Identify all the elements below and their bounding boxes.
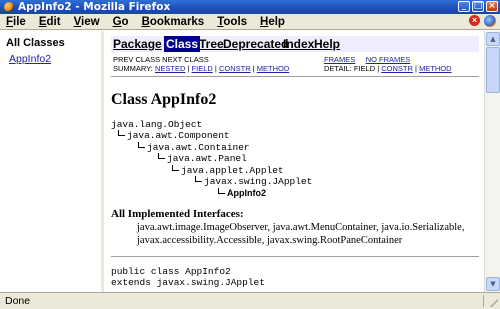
- stop-icon[interactable]: ×: [469, 15, 480, 26]
- nav-package-link[interactable]: Package: [113, 37, 162, 51]
- javadoc-navbar: Package Class Tree Deprecated Index Help: [111, 36, 479, 52]
- tree-node: java.awt.Component: [118, 130, 230, 141]
- frames-links: FRAMES NO FRAMES: [324, 55, 410, 64]
- tree-node: java.lang.Object: [111, 119, 203, 130]
- resize-grip-icon[interactable]: [488, 297, 498, 307]
- class-detail-frame: Package Class Tree Deprecated Index Help…: [104, 31, 484, 292]
- class-declaration: public class AppInfo2: [111, 266, 231, 277]
- nav-deprecated-link[interactable]: Deprecated: [223, 37, 288, 51]
- close-icon[interactable]: ×: [486, 1, 498, 12]
- maximize-icon[interactable]: □: [472, 1, 484, 12]
- tree-node-current: AppInfo2: [218, 188, 266, 199]
- menu-go[interactable]: Go: [113, 16, 129, 28]
- summary-nested-link[interactable]: NESTED: [155, 64, 185, 73]
- no-frames-link[interactable]: NO FRAMES: [366, 55, 411, 64]
- menu-view[interactable]: View: [74, 16, 100, 28]
- menu-bar: File Edit View Go Bookmarks Tools Help ×: [0, 14, 500, 30]
- tree-node: java.awt.Container: [138, 142, 250, 153]
- nav-tree-link[interactable]: Tree: [199, 37, 224, 51]
- nav-index-link[interactable]: Index: [283, 37, 314, 51]
- firefox-icon: [4, 2, 14, 12]
- nav-class-current: Class: [164, 36, 201, 52]
- divider: [111, 256, 479, 257]
- status-bar: Done: [0, 292, 500, 309]
- tree-node: java.awt.Panel: [158, 153, 247, 164]
- vertical-scrollbar[interactable]: ▲ ▼: [484, 31, 500, 292]
- menu-edit[interactable]: Edit: [39, 16, 61, 28]
- toolbar-icons: ×: [469, 15, 496, 27]
- menu-tools[interactable]: Tools: [217, 16, 247, 28]
- frames-link[interactable]: FRAMES: [324, 55, 355, 64]
- interfaces-heading: All Implemented Interfaces:: [111, 208, 244, 220]
- divider: [111, 76, 479, 77]
- window-title: AppInfo2 - Mozilla Firefox: [18, 1, 171, 13]
- menu-help[interactable]: Help: [260, 16, 285, 28]
- window-titlebar[interactable]: AppInfo2 - Mozilla Firefox _ □ ×: [0, 0, 500, 14]
- menu-bookmarks[interactable]: Bookmarks: [142, 16, 205, 28]
- scroll-down-icon[interactable]: ▼: [486, 277, 500, 291]
- page-title: Class AppInfo2: [111, 91, 217, 108]
- throbber-icon: [484, 15, 496, 27]
- detail-constr-link[interactable]: CONSTR: [381, 64, 413, 73]
- summary-constr-link[interactable]: CONSTR: [219, 64, 251, 73]
- window-controls: _ □ ×: [458, 1, 498, 12]
- class-link-appinfo2[interactable]: AppInfo2: [9, 53, 101, 65]
- scroll-up-icon[interactable]: ▲: [486, 32, 500, 46]
- nav-help-link[interactable]: Help: [314, 37, 340, 51]
- all-classes-frame: All Classes AppInfo2: [0, 31, 104, 292]
- status-divider: [483, 295, 484, 307]
- scroll-thumb[interactable]: [486, 47, 500, 93]
- summary-links: SUMMARY: NESTED | FIELD | CONSTR | METHO…: [113, 64, 290, 73]
- class-extends: extends javax.swing.JApplet: [111, 277, 265, 288]
- detail-method-link[interactable]: METHOD: [419, 64, 452, 73]
- all-classes-heading: All Classes: [6, 37, 65, 49]
- summary-method-link[interactable]: METHOD: [257, 64, 290, 73]
- interfaces-list: java.awt.image.ImageObserver, java.awt.M…: [137, 222, 465, 246]
- summary-field-link[interactable]: FIELD: [192, 64, 213, 73]
- menu-file[interactable]: File: [6, 16, 26, 28]
- tree-node: java.applet.Applet: [172, 165, 284, 176]
- detail-links: DETAIL: FIELD | CONSTR | METHOD: [324, 64, 452, 73]
- tree-node: javax.swing.JApplet: [195, 176, 312, 187]
- minimize-icon[interactable]: _: [458, 1, 470, 12]
- prev-next-class: PREV CLASS NEXT CLASS: [113, 55, 209, 64]
- status-text: Done: [5, 295, 31, 307]
